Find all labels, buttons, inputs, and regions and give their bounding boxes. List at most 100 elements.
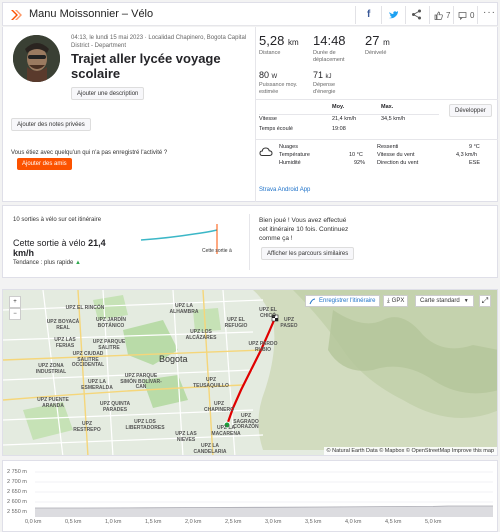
congrats-line1: Bien joué ! Vous avez effectué	[259, 217, 347, 224]
map-place-label: UPZ CHAPINERO	[203, 401, 234, 413]
add-friends-button[interactable]: Ajouter des amis	[17, 158, 72, 170]
route-icon	[309, 298, 316, 304]
map-place-label: UPZ LA MACARENA	[211, 425, 241, 437]
map-place-label: UPZ EL RINCÓN	[65, 305, 105, 311]
route-congrats-message: Bien joué ! Vous avez effectué cet itiné…	[259, 216, 348, 243]
activity-owner-title: Manu Moissonnier – Vélo	[29, 8, 154, 20]
route-comparison-card: 10 sorties à vélo sur cet itinéraire Cet…	[2, 205, 498, 278]
map-place-label: UPZ LAS NIEVES	[175, 431, 197, 443]
elevation-value: 27	[365, 33, 380, 48]
avg-column-header: Moy.	[332, 104, 345, 110]
activity-date: 04:13, le lundi 15 mai 2023 · Localidad …	[71, 35, 247, 41]
x-tick-label: 1,5 km	[145, 519, 162, 525]
x-tick-label: 3,5 km	[305, 519, 322, 525]
distance-value: 5,28	[259, 33, 285, 48]
distance-label: Distance	[259, 50, 281, 56]
add-private-notes-button[interactable]: Ajouter des notes privées	[11, 118, 91, 131]
x-tick-label: 0,0 km	[25, 519, 42, 525]
more-options-icon[interactable]: ···	[483, 7, 496, 18]
kudos-button[interactable]: 7	[434, 7, 450, 23]
athlete-photo	[13, 35, 60, 82]
map-attribution[interactable]: © Natural Earth Data © Mapbox © OpenStre…	[323, 447, 497, 455]
map-place-label: UPZ RESTREPO	[73, 421, 101, 433]
elevation-profile[interactable]: 2 750 m 2 700 m 2 650 m 2 600 m 2 550 m …	[2, 460, 498, 532]
map-place-label: UPZ PARQUE SALITRE	[92, 339, 126, 351]
map-place-label: UPZ BOYACÁ REAL	[46, 319, 80, 331]
congrats-line2: cet itinéraire 10 fois. Continuez	[259, 226, 349, 233]
zoom-out-button[interactable]: −	[9, 308, 21, 320]
city-label: Bogota	[159, 354, 188, 364]
max-column-header: Max.	[381, 104, 394, 110]
add-description-button[interactable]: Ajouter une description	[71, 87, 145, 100]
avatar[interactable]	[13, 35, 60, 82]
unrecorded-partner-prompt: Vous étiez avec quelqu'un qui n'a pas en…	[11, 150, 168, 156]
similar-routes-button[interactable]: Afficher les parcours similaires	[261, 247, 355, 260]
comment-icon	[458, 11, 467, 20]
energy-value: 71	[313, 70, 324, 80]
route-map[interactable]: + − Enregistrer l'itinéraire ⤓ GPX Carte…	[2, 289, 498, 456]
x-tick-label: 3,0 km	[265, 519, 282, 525]
this-ride-marker-label: Cette sortie à	[202, 248, 232, 254]
this-ride-prefix: Cette sortie à vélo	[13, 238, 86, 248]
feels-like-label: Ressenti	[377, 144, 399, 150]
save-route-label: Enregistrer l'itinéraire	[319, 298, 376, 304]
activity-summary-card: 04:13, le lundi 15 mai 2023 · Localidad …	[2, 27, 498, 202]
cloud-icon	[259, 147, 273, 156]
moving-time-label: Durée de déplacement	[313, 50, 345, 63]
moving-time-stat: 14:48	[313, 33, 346, 48]
humidity-value: 92%	[354, 160, 366, 166]
facebook-share-icon[interactable]: f	[367, 9, 370, 20]
speed-max-value: 34,5 km/h	[381, 116, 406, 122]
energy-label-line2: d'énergie	[313, 88, 336, 95]
activity-date-location: 04:13, le lundi 15 mai 2023 · Localidad …	[71, 34, 256, 50]
fullscreen-icon[interactable]: ⤢	[479, 295, 491, 307]
save-route-button[interactable]: Enregistrer l'itinéraire	[305, 295, 380, 307]
energy-stat: 71 kJ	[313, 70, 332, 80]
map-place-label: UPZ ZONA INDUSTRIAL	[35, 363, 67, 375]
comments-button[interactable]: 0	[458, 7, 474, 23]
map-place-label: UPZ PASEO	[280, 317, 298, 329]
wind-speed-value: 4,3 km/h	[456, 152, 478, 158]
elapsed-time-value: 19:08	[332, 126, 346, 132]
trend-label: Tendance : plus rapide	[13, 260, 74, 266]
power-unit: W	[271, 74, 278, 80]
map-place-label: UPZ LA ALHAMBRA	[169, 303, 199, 315]
map-type-label: Carte standard	[420, 298, 460, 304]
speed-row-label: Vitesse	[259, 116, 277, 122]
map-place-label: UPZ LA CANDELARIA	[193, 443, 227, 455]
wind-direction-label: Direction du vent	[377, 160, 419, 166]
share-icon[interactable]	[411, 9, 422, 20]
twitter-share-icon[interactable]	[388, 10, 399, 20]
distance-stat: 5,28 km	[259, 33, 299, 48]
power-label: Puissance moy. estimée	[259, 82, 297, 95]
energy-unit: kJ	[325, 74, 332, 80]
temperature-label: Température	[279, 152, 310, 158]
comments-count: 0	[470, 10, 475, 20]
this-ride-speed-unit: km/h	[13, 248, 35, 258]
elevation-unit: m	[383, 38, 390, 47]
device-link[interactable]: Strava Android App	[259, 187, 310, 193]
map-place-label: UPZ PARQUE SIMÓN BOLÍVAR-CAN	[120, 373, 162, 390]
energy-label-line1: Dépense	[313, 82, 336, 88]
speed-avg-value: 21,4 km/h	[332, 116, 357, 122]
y-tick-label: 2 750 m	[7, 469, 27, 475]
map-place-label: UPZ CIUDAD SALITRE OCCIDENTAL	[71, 351, 105, 368]
zoom-in-button[interactable]: +	[9, 296, 21, 308]
expand-stats-button[interactable]: Développer	[449, 104, 492, 117]
y-tick-label: 2 700 m	[7, 479, 27, 485]
x-tick-label: 2,0 km	[185, 519, 202, 525]
activity-title[interactable]: Trajet aller lycée voyage scolaire	[71, 51, 251, 81]
map-place-label: UPZ LAS FERIAS	[54, 337, 76, 349]
map-type-select[interactable]: Carte standard ▼	[415, 295, 474, 307]
elevation-stat: 27 m	[365, 33, 390, 48]
gpx-download-button[interactable]: ⤓ GPX	[383, 295, 409, 307]
x-tick-label: 5,0 km	[425, 519, 442, 525]
activity-location: District - Department	[71, 43, 127, 49]
feels-like-value: 9 °C	[469, 144, 480, 150]
distance-unit: km	[287, 38, 299, 47]
map-place-label: UPZ QUINTA PARADES	[99, 401, 131, 413]
activity-header: Manu Moissonnier – Vélo f 7 0 ···	[2, 2, 498, 26]
strava-logo-icon	[11, 10, 22, 20]
power-stat: 80 W	[259, 70, 277, 80]
download-icon: ⤓	[387, 297, 390, 304]
